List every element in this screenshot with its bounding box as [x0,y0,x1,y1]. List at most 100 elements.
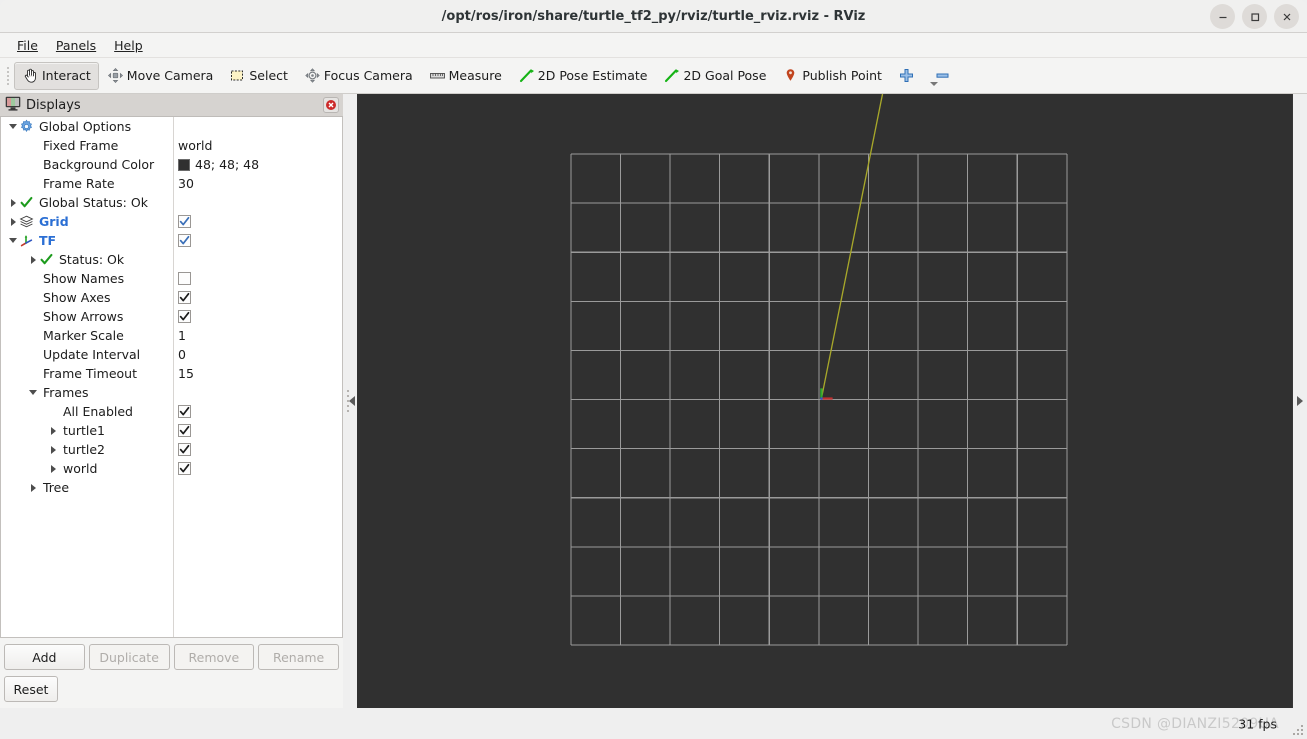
checkbox[interactable] [178,462,191,475]
tree-row[interactable]: Global Options [1,117,342,136]
tree-row-label-group: Background Color [1,155,154,174]
checkbox[interactable] [178,443,191,456]
tree-value-text: 0 [178,347,186,362]
tree-row[interactable]: Grid [1,212,342,231]
tree-arrow-spacer [27,140,39,152]
minimize-button[interactable] [1210,4,1235,29]
chevron-right-icon[interactable] [47,425,59,437]
status-bar: CSDN @DIANZI5209UA 31 fps [0,708,1307,739]
resize-grip[interactable] [1293,725,1303,735]
tree-row[interactable]: Frame Rate 30 [1,174,342,193]
tree-row-value[interactable] [178,269,191,288]
displays-panel-header: Displays [0,94,343,117]
add-button[interactable]: Add [4,644,85,670]
tree-row[interactable]: Show Axes [1,288,342,307]
menu-panels[interactable]: Panels [47,36,105,55]
tool-2d-pose-estimate[interactable]: 2D Pose Estimate [510,62,656,90]
title-bar: /opt/ros/iron/share/turtle_tf2_py/rviz/t… [0,0,1307,33]
tree-row[interactable]: turtle2 [1,440,342,459]
chevron-down-icon[interactable] [27,387,39,399]
color-swatch[interactable] [178,158,190,171]
chevron-right-icon[interactable] [7,197,19,209]
tree-row-value[interactable] [178,212,191,231]
rename-button[interactable]: Rename [258,644,339,670]
tool-focus-camera-label: Focus Camera [323,68,413,83]
reset-button[interactable]: Reset [4,676,58,702]
chevron-right-icon[interactable] [47,463,59,475]
chevron-right-icon[interactable] [7,216,19,228]
displays-tree[interactable]: Global Options Fixed Frame world Background… [0,117,343,638]
tree-row-label-group: Global Options [1,117,131,136]
tree-row[interactable]: Background Color 48; 48; 48 [1,155,342,174]
tool-publish-point[interactable]: Publish Point [774,62,890,90]
tree-arrow-spacer [27,178,39,190]
tree-row[interactable]: TF [1,231,342,250]
tree-row[interactable]: Frames [1,383,342,402]
tree-row[interactable]: turtle1 [1,421,342,440]
left-splitter[interactable] [343,94,357,708]
tree-row-value[interactable] [178,421,191,440]
checkbox[interactable] [178,405,191,418]
toolbar-grip[interactable] [4,63,12,89]
collapse-left-icon[interactable] [348,396,355,406]
menu-help[interactable]: Help [105,36,152,55]
close-icon[interactable] [323,97,339,113]
toolbar-overflow-icon[interactable] [930,82,938,86]
close-button[interactable] [1274,4,1299,29]
tree-row[interactable]: Fixed Frame world [1,136,342,155]
tree-row-value[interactable]: world [178,136,212,155]
tree-row[interactable]: Tree [1,478,342,497]
tree-row[interactable]: Update Interval 0 [1,345,342,364]
tool-2d-goal-pose[interactable]: 2D Goal Pose [655,62,774,90]
chevron-down-icon[interactable] [7,235,19,247]
tree-row[interactable]: Global Status: Ok [1,193,342,212]
tree-row-value[interactable]: 30 [178,174,194,193]
checkbox[interactable] [178,310,191,323]
tree-row-value[interactable] [178,231,191,250]
chevron-right-icon[interactable] [27,254,39,266]
render-viewport[interactable] [357,94,1293,708]
tool-interact[interactable]: Interact [14,61,99,90]
tree-row[interactable]: All Enabled [1,402,342,421]
tree-row-value[interactable] [178,402,191,421]
chevron-right-icon[interactable] [47,444,59,456]
maximize-button[interactable] [1242,4,1267,29]
tool-move-camera[interactable]: Move Camera [99,62,222,90]
tree-row[interactable]: Marker Scale 1 [1,326,342,345]
chevron-right-icon[interactable] [27,482,39,494]
tool-add-tool[interactable] [890,62,926,90]
tree-item-label: Global Status: Ok [39,195,148,210]
tree-row-value[interactable]: 1 [178,326,186,345]
tree-row[interactable]: Show Names [1,269,342,288]
tree-row-value[interactable]: 15 [178,364,194,383]
tree-value-text: 48; 48; 48 [195,157,260,172]
tool-measure[interactable]: Measure [421,62,510,90]
tree-row-value[interactable] [178,288,191,307]
tree-row-label-group: Tree [1,478,69,497]
tree-row[interactable]: world [1,459,342,478]
tree-row[interactable]: Frame Timeout 15 [1,364,342,383]
tree-row-value[interactable] [178,459,191,478]
tool-select[interactable]: Select [221,62,296,90]
tree-row[interactable]: Show Arrows [1,307,342,326]
tree-row-label-group: Show Arrows [1,307,123,326]
checkbox[interactable] [178,291,191,304]
tree-row[interactable]: Status: Ok [1,250,342,269]
splitter-grip-dots [347,390,349,412]
tree-row-value[interactable] [178,307,191,326]
duplicate-button[interactable]: Duplicate [88,644,170,670]
tool-focus-camera[interactable]: Focus Camera [296,62,421,90]
right-splitter[interactable] [1293,94,1307,708]
menu-file[interactable]: File [8,36,47,55]
checkbox[interactable] [178,234,191,247]
checkbox[interactable] [178,272,191,285]
checkbox[interactable] [178,215,191,228]
remove-button[interactable]: Remove [173,644,255,670]
tool-select-label: Select [249,68,288,83]
checkbox[interactable] [178,424,191,437]
tree-row-value[interactable]: 48; 48; 48 [178,155,259,174]
tree-row-value[interactable] [178,440,191,459]
expand-right-icon[interactable] [1297,396,1303,406]
tree-row-value[interactable]: 0 [178,345,186,364]
chevron-down-icon[interactable] [7,121,19,133]
